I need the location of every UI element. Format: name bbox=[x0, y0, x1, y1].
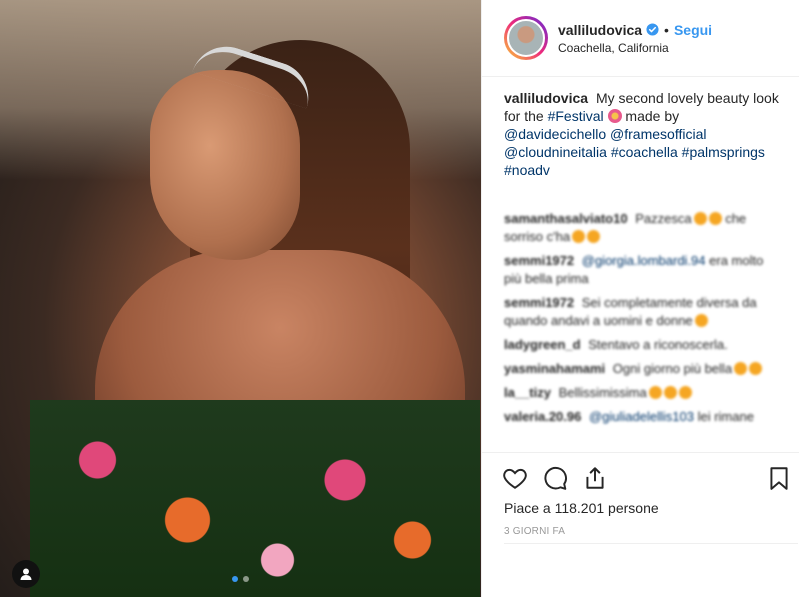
comment-text: lei rimane bbox=[697, 409, 754, 424]
mention-link[interactable]: @framesofficial bbox=[610, 126, 706, 142]
comment-item: ladygreen_d Stentavo a riconoscerla. bbox=[504, 336, 784, 354]
post-header: valliludovica • Segui Coachella, Califor… bbox=[482, 0, 799, 77]
carousel-dot-2 bbox=[243, 576, 249, 582]
divider bbox=[504, 543, 798, 544]
comment-username[interactable]: la__tizy bbox=[504, 385, 551, 400]
comment-text: Bellissimissima bbox=[558, 385, 647, 400]
comment-username[interactable]: semmi1972 bbox=[504, 253, 574, 268]
share-icon[interactable] bbox=[582, 465, 608, 491]
comment-text: Pazzesca bbox=[635, 211, 692, 226]
comment-username[interactable]: ladygreen_d bbox=[504, 337, 581, 352]
hashtag-link[interactable]: #coachella bbox=[611, 144, 678, 160]
comments-list[interactable]: samanthasalviato10 Pazzesca che sorriso … bbox=[504, 210, 784, 450]
author-username[interactable]: valliludovica bbox=[558, 22, 642, 38]
heart-icon[interactable] bbox=[502, 465, 528, 491]
comment-item: valeria.20.96 @giuliadelellis103 lei rim… bbox=[504, 408, 784, 426]
comment-username[interactable]: yasminahamami bbox=[504, 361, 605, 376]
comment-item: semmi1972 Sei completamente diversa da q… bbox=[504, 294, 784, 330]
tagged-users-icon[interactable] bbox=[12, 560, 40, 588]
emoji-icon bbox=[693, 212, 707, 225]
emoji-icon bbox=[663, 386, 677, 399]
verified-badge-icon bbox=[646, 23, 659, 36]
comment-mention[interactable]: @giuliadelellis103 bbox=[589, 409, 694, 424]
comment-username[interactable]: samanthasalviato10 bbox=[504, 211, 628, 226]
post-timestamp[interactable]: 3 GIORNI FA bbox=[504, 526, 565, 537]
comment-icon[interactable] bbox=[542, 465, 568, 491]
emoji-icon bbox=[734, 362, 748, 375]
caption-username[interactable]: valliludovica bbox=[504, 90, 588, 106]
post-location[interactable]: Coachella, California bbox=[558, 41, 712, 55]
emoji-icon bbox=[572, 230, 586, 243]
comment-text: Ogni giorno più bella bbox=[612, 361, 733, 376]
comment-item: semmi1972 @giorgia.lombardi.94 era molto… bbox=[504, 252, 784, 288]
mention-link[interactable]: @davidecichello bbox=[504, 126, 606, 142]
emoji-icon bbox=[694, 314, 708, 327]
hashtag-festival[interactable]: #Festival bbox=[548, 108, 604, 124]
emoji-icon bbox=[648, 386, 662, 399]
carousel-indicator bbox=[0, 576, 481, 582]
emoji-icon bbox=[587, 230, 601, 243]
bookmark-icon[interactable] bbox=[766, 465, 792, 491]
comment-item: yasminahamami Ogni giorno più bella bbox=[504, 360, 784, 378]
flower-emoji-icon bbox=[607, 109, 622, 123]
instagram-post-modal: valliludovica • Segui Coachella, Califor… bbox=[0, 0, 799, 597]
hashtag-link[interactable]: #palmsprings bbox=[682, 144, 765, 160]
photo-floral-dress bbox=[30, 400, 480, 597]
hashtag-link[interactable]: #noadv bbox=[504, 162, 550, 178]
comment-text: Stentavo a riconoscerla. bbox=[588, 337, 728, 352]
post-sidebar: valliludovica • Segui Coachella, Califor… bbox=[481, 0, 799, 597]
caption-text-2: made by bbox=[625, 108, 680, 124]
comment-item: la__tizy Bellissimissima bbox=[504, 384, 784, 402]
story-ring[interactable] bbox=[504, 16, 548, 60]
like-count[interactable]: Piace a 118.201 persone bbox=[504, 500, 659, 516]
follow-button[interactable]: Segui bbox=[674, 22, 712, 38]
emoji-icon bbox=[678, 386, 692, 399]
emoji-icon bbox=[749, 362, 763, 375]
comment-mention[interactable]: @giorgia.lombardi.94 bbox=[582, 253, 706, 268]
carousel-dot-1 bbox=[232, 576, 238, 582]
header-separator: • bbox=[664, 21, 669, 38]
emoji-icon bbox=[708, 212, 722, 225]
post-actions bbox=[482, 452, 799, 502]
post-photo[interactable] bbox=[0, 0, 481, 597]
comment-item: samanthasalviato10 Pazzesca che sorriso … bbox=[504, 210, 784, 246]
avatar[interactable] bbox=[507, 19, 545, 57]
comment-username[interactable]: semmi1972 bbox=[504, 295, 574, 310]
mention-link[interactable]: @cloudnineitalia bbox=[504, 144, 607, 160]
post-caption: valliludovica My second lovely beauty lo… bbox=[482, 77, 799, 179]
comment-username[interactable]: valeria.20.96 bbox=[504, 409, 581, 424]
